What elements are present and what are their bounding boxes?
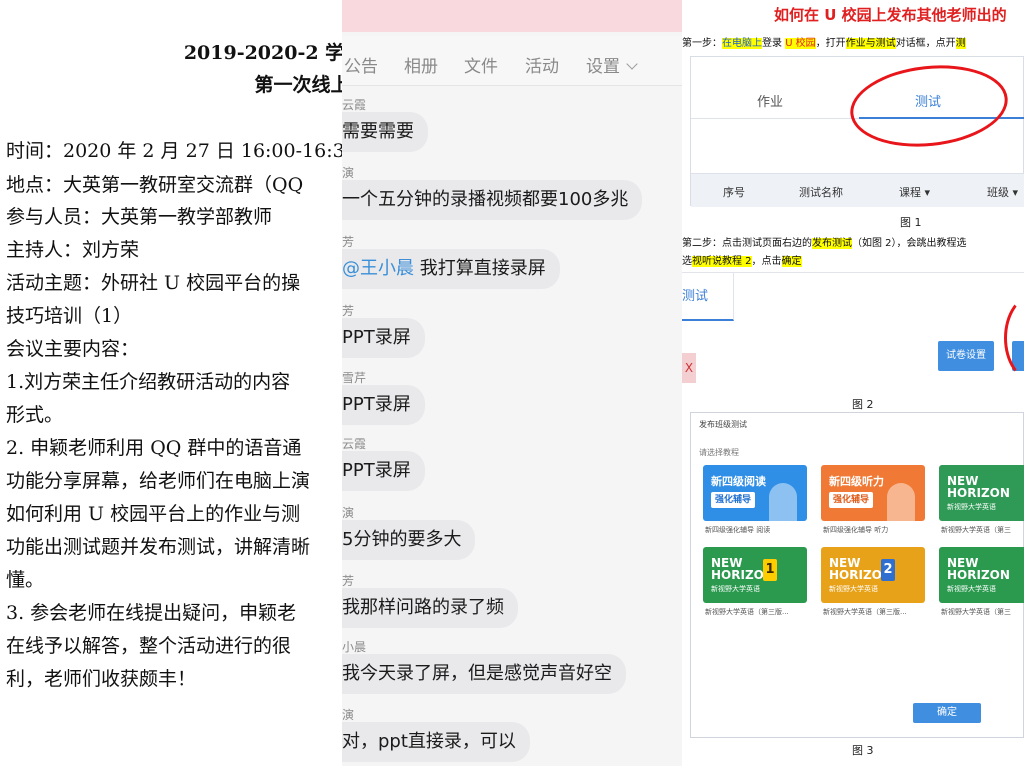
figure-3-screenshot: 发布班级测试 请选择教程 新四级阅读 强化辅导 新四级强化辅导 阅读 新四级听力强… — [690, 412, 1024, 738]
message-bubble[interactable]: 对，ppt直接录，可以 — [342, 722, 530, 762]
dialog-subtitle: 请选择教程 — [699, 448, 739, 457]
tab-activity[interactable]: 活动 — [525, 52, 559, 77]
column-course[interactable]: 课程 ▾ — [899, 184, 930, 200]
doc-title-line2: 第一次线上教研活动 — [254, 74, 342, 96]
textbook-label: 新视野大学英语（第三版... — [705, 608, 789, 616]
doc-theme: 活动主题：外研社 U 校园平台的操 — [6, 272, 301, 294]
message-text: 我打算直接录屏 — [414, 258, 546, 279]
textbook-card-new-horizon-2[interactable]: NEW HORIZON 新视野大学英语 2 — [821, 547, 925, 603]
doc-host: 主持人：刘方荣 — [6, 239, 140, 261]
doc-item-3: 3. 参会老师在线提出疑问，申颖老 — [6, 602, 297, 624]
message-sender: 云霞 — [342, 437, 367, 451]
cover-illustration-icon — [887, 483, 915, 521]
message-bubble[interactable]: 一个五分钟的录播视频都要100多兆 — [342, 180, 643, 220]
message-bubble[interactable]: PPT录屏 — [342, 451, 425, 491]
doc-title-line1: 2019-2020-2 学期大英第一教学部 — [183, 42, 342, 64]
tab-announcement[interactable]: 公告 — [344, 52, 378, 77]
message-bubble[interactable]: 5分钟的要多大 — [342, 520, 476, 560]
message-bubble[interactable]: 需要需要 — [342, 112, 428, 152]
confirm-button[interactable]: 确定 — [913, 703, 981, 723]
message-sender: 芳 — [342, 574, 355, 588]
doc-item-3-cont2: 利，老师们收获颇丰！ — [6, 668, 197, 690]
column-index: 序号 — [723, 186, 745, 199]
textbook-card-new-horizon-1[interactable]: NEW HORIZON 新视野大学英语 1 — [703, 547, 807, 603]
message-sender: 雪芹 — [342, 371, 367, 385]
textbook-card-listening[interactable]: 新四级听力 强化辅导 — [821, 465, 925, 521]
textbook-card-reading[interactable]: 新四级阅读 强化辅导 — [703, 465, 807, 521]
message-bubble[interactable]: PPT录屏 — [342, 385, 425, 425]
message-bubble[interactable]: @王小晨 我打算直接录屏 — [342, 249, 560, 289]
step-2-text-cont: 选视听说教程 2，点击确定 — [682, 256, 802, 267]
test-table-header: 序号 测试名称 课程 ▾ 班级 ▾ — [691, 173, 1024, 207]
message-sender: 小晨 — [342, 640, 367, 654]
message-bubble[interactable]: 我今天录了屏，但是感觉声音好空 — [342, 654, 626, 694]
step-2-text: 第二步：点击测试页面右边的发布测试（如图 2），会跳出教程选 — [682, 238, 967, 249]
message-sender: 芳 — [342, 235, 355, 249]
doc-item-1: 1.刘方荣主任介绍教研活动的内容 — [6, 371, 291, 393]
volume-number: 2 — [881, 559, 895, 581]
tab-files[interactable]: 文件 — [464, 52, 498, 77]
message-bubble[interactable]: 我那样问路的录了频 — [342, 588, 518, 628]
group-chat-panel: 公告 相册 文件 活动 设置 云霞 需要需要 演 一个五分钟的录播视频都要100… — [342, 0, 682, 766]
textbook-card-new-horizon[interactable]: NEW HORIZON 新视野大学英语 — [939, 465, 1024, 521]
doc-item-2-cont3: 功能出测试题并发布测试，讲解清晰 — [6, 536, 311, 558]
volume-number: 1 — [763, 559, 777, 581]
paper-settings-button[interactable]: 试卷设置 — [938, 341, 994, 371]
textbook-label: 新四级强化辅导 听力 — [823, 526, 889, 534]
tab-homework[interactable]: 作业 — [757, 91, 783, 110]
message-bubble[interactable]: PPT录屏 — [342, 318, 425, 358]
tab-album[interactable]: 相册 — [404, 52, 438, 77]
doc-item-2-cont2: 如何利用 U 校园平台上的作业与测 — [6, 503, 301, 525]
column-class[interactable]: 班级 ▾ — [987, 184, 1018, 200]
doc-item-2: 2. 申颖老师利用 QQ 群中的语音通 — [6, 437, 302, 459]
activity-document: 2019-2020-2 学期大英第一教学部 第一次线上教研活动 时间：2020 … — [0, 0, 342, 766]
message-sender: 演 — [342, 506, 355, 520]
doc-theme-cont: 技巧培训（1） — [6, 305, 133, 327]
textbook-label: 新视野大学英语（第三 — [941, 526, 1011, 534]
doc-place: 地点：大英第一教研室交流群（QQ — [6, 174, 304, 196]
figure-1-caption: 图 1 — [900, 216, 922, 229]
tab-test[interactable]: 测试 — [682, 285, 708, 304]
doc-item-1-cont: 形式。 — [6, 404, 64, 426]
figure-3-caption: 图 3 — [852, 744, 874, 757]
message-sender: 演 — [342, 166, 355, 180]
column-test-name: 测试名称 — [799, 186, 843, 199]
tutorial-panel: 如何在 U 校园上发布其他老师出的 第一步：在电脑上登录 U 校园，打开作业与测… — [682, 0, 1024, 766]
tab-settings[interactable]: 设置 — [586, 52, 620, 77]
doc-participants: 参与人员：大英第一教学部教师 — [6, 206, 273, 228]
message-sender: 云霞 — [342, 98, 367, 112]
tutorial-title: 如何在 U 校园上发布其他老师出的 — [774, 6, 1007, 24]
textbook-label: 新视野大学英语（第三 — [941, 608, 1011, 616]
message-sender: 演 — [342, 708, 355, 722]
doc-content-heading: 会议主要内容： — [6, 338, 140, 360]
mention-tag[interactable]: @王小晨 — [342, 258, 414, 279]
doc-time: 时间：2020 年 2 月 27 日 16:00-16:30 — [6, 140, 342, 162]
message-sender: 芳 — [342, 304, 355, 318]
close-icon[interactable]: X — [682, 353, 696, 383]
figure-2-caption: 图 2 — [852, 398, 874, 411]
textbook-card-new-horizon-3[interactable]: NEW HORIZON 新视野大学英语 — [939, 547, 1024, 603]
chat-tab-bar: 公告 相册 文件 活动 设置 — [342, 36, 682, 86]
figure-2-screenshot: 测试 X 试卷设置 — [682, 272, 1024, 390]
chat-top-bar — [342, 0, 682, 32]
textbook-label: 新四级强化辅导 阅读 — [705, 526, 771, 534]
dialog-title: 发布班级测试 — [699, 420, 747, 429]
doc-item-3-cont1: 在线予以解答，整个活动进行的很 — [6, 635, 292, 657]
doc-item-2-cont4: 懂。 — [6, 569, 45, 591]
chevron-down-icon[interactable] — [626, 58, 638, 70]
step-1-text: 第一步：在电脑上登录 U 校园，打开作业与测试对话框，点开测 — [682, 38, 966, 49]
textbook-label: 新视野大学英语（第三版... — [823, 608, 907, 616]
cover-illustration-icon — [769, 483, 797, 521]
doc-item-2-cont1: 功能分享屏幕，给老师们在电脑上演 — [6, 470, 311, 492]
